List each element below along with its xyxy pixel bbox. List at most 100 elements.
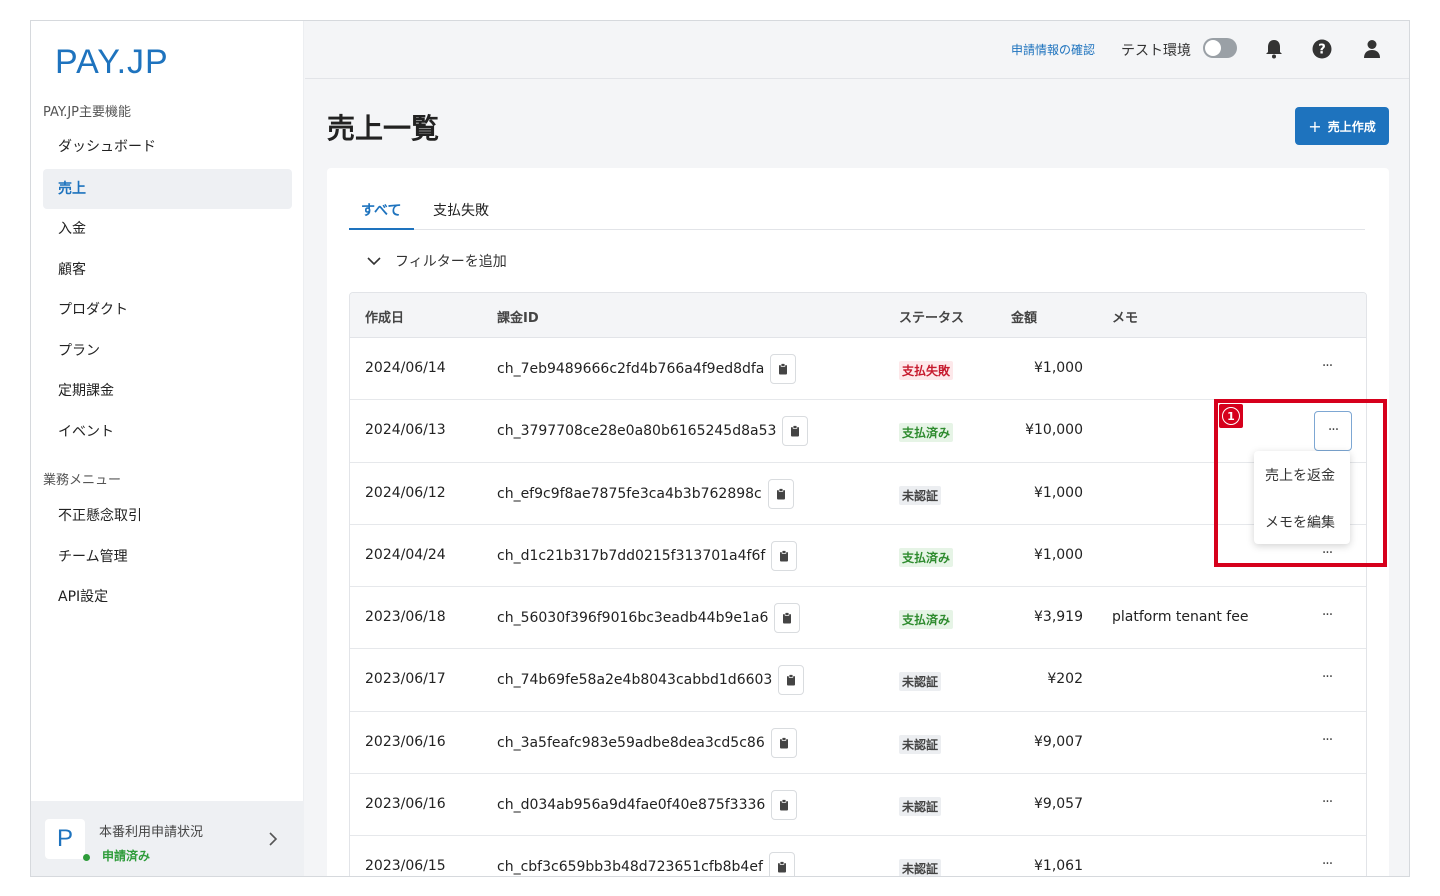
test-env-label: テスト環境	[1121, 43, 1191, 59]
cell-date: 2023/06/15	[365, 858, 446, 875]
charge-id-text: ch_56030f396f9016bc3eadb44b9e1a6	[497, 610, 769, 627]
more-actions-icon[interactable]: ···	[1314, 791, 1340, 817]
cell-charge-id: ch_cbf3c659bb3b48d723651cfb8b4ef	[497, 852, 795, 876]
sidebar-item-events[interactable]: イベント	[43, 412, 292, 452]
application-info-link[interactable]: 申請情報の確認	[1011, 41, 1095, 58]
sidebar-item-fraud[interactable]: 不正懸念取引	[43, 496, 292, 536]
tab-payment-failed[interactable]: 支払失敗	[433, 200, 489, 220]
cell-date: 2024/06/13	[365, 422, 446, 439]
more-actions-icon[interactable]: ···	[1314, 853, 1340, 876]
sidebar-section-main: PAY.JP主要機能	[43, 105, 132, 120]
copy-icon[interactable]	[778, 665, 805, 696]
sidebar-item-api[interactable]: API設定	[43, 577, 292, 617]
sidebar-item-customers[interactable]: 顧客	[43, 250, 292, 290]
charge-id-text: ch_3797708ce28e0a80b6165245d8a53	[497, 423, 777, 440]
more-actions-icon[interactable]: ···	[1314, 604, 1340, 630]
sidebar-item-dashboard[interactable]: ダッシュボード	[43, 127, 292, 167]
create-sale-label: 売上作成	[1327, 119, 1376, 134]
col-date[interactable]: 作成日	[365, 307, 404, 326]
top-bar: 申請情報の確認 テスト環境 ?	[305, 21, 1409, 79]
table-row[interactable]: 2023/06/16 ch_d034ab956a9d4fae0f40e875f3…	[350, 774, 1366, 837]
cell-date: 2024/06/12	[365, 484, 446, 501]
user-icon[interactable]	[1361, 38, 1383, 60]
table-row[interactable]: 2023/06/18 ch_56030f396f9016bc3eadb44b9e…	[350, 587, 1366, 650]
status-badge: 未認証	[899, 734, 942, 754]
table-row[interactable]: 2023/06/17 ch_74b69fe58a2e4b8043cabbd1d6…	[350, 649, 1366, 712]
status-badge: 支払済み	[899, 423, 954, 443]
cell-date: 2023/06/16	[365, 796, 446, 813]
sidebar-item-subscriptions[interactable]: 定期課金	[43, 371, 292, 411]
col-memo: メモ	[1112, 311, 1139, 326]
copy-icon[interactable]	[770, 727, 797, 758]
status-badge: 未認証	[899, 485, 942, 505]
sidebar-item-sales[interactable]: 売上	[43, 169, 292, 209]
more-actions-icon[interactable]: ···	[1314, 355, 1340, 381]
payjp-logo[interactable]: PAY.JP	[55, 43, 169, 82]
cell-amount: ¥3,919	[1034, 609, 1083, 626]
plus-icon: +	[1308, 116, 1322, 136]
copy-icon[interactable]	[767, 478, 794, 509]
cell-amount: ¥1,000	[1034, 546, 1083, 563]
status-badge: 未認証	[899, 672, 942, 692]
status-dot-icon	[83, 854, 90, 861]
copy-icon[interactable]	[774, 603, 801, 634]
tab-all[interactable]: すべて	[361, 200, 401, 220]
cell-amount: ¥9,057	[1034, 796, 1083, 813]
copy-icon[interactable]	[782, 416, 809, 447]
annotation-number-badge: 1	[1219, 404, 1243, 428]
cell-charge-id: ch_d1c21b317b7dd0215f313701a4f6f	[497, 540, 798, 571]
table-row[interactable]: 2024/06/14 ch_7eb9489666c2fd4b766a4f9ed8…	[350, 338, 1366, 401]
status-badge: 未認証	[899, 859, 942, 876]
cell-charge-id: ch_3797708ce28e0a80b6165245d8a53	[497, 416, 809, 447]
sidebar-item-products[interactable]: プロダクト	[43, 290, 292, 330]
app-window: PAY.JP PAY.JP主要機能 ダッシュボード 売上 入金 顧客 プロダクト…	[30, 20, 1410, 877]
cell-date: 2023/06/17	[365, 671, 446, 688]
table-header: 作成日 課金ID ステータス 金額 メモ	[350, 293, 1366, 338]
status-card-state: 申請済み	[102, 849, 151, 863]
copy-icon[interactable]	[768, 852, 795, 876]
table-row[interactable]: 2023/06/15 ch_cbf3c659bb3b48d723651cfb8b…	[350, 836, 1366, 876]
create-sale-button[interactable]: + 売上作成	[1295, 107, 1389, 145]
cell-date: 2023/06/16	[365, 733, 446, 750]
copy-icon[interactable]	[771, 540, 798, 571]
cell-amount: ¥1,061	[1034, 858, 1083, 875]
more-actions-icon[interactable]: ···	[1314, 666, 1340, 692]
charge-id-text: ch_7eb9489666c2fd4b766a4f9ed8dfa	[497, 361, 765, 377]
more-actions-icon[interactable]: ···	[1314, 729, 1340, 755]
status-badge: 未認証	[899, 797, 942, 817]
col-id: 課金ID	[497, 311, 539, 326]
sidebar-item-plans[interactable]: プラン	[43, 331, 292, 371]
charge-id-text: ch_ef9c9f8ae7875fe3ca4b3b762898c	[497, 485, 762, 502]
sidebar-section-business: 業務メニュー	[43, 473, 122, 488]
sidebar-item-deposits[interactable]: 入金	[43, 209, 292, 249]
status-badge: 支払失敗	[899, 361, 954, 380]
col-amount[interactable]: 金額	[1011, 307, 1037, 326]
test-env-toggle[interactable]	[1203, 38, 1237, 58]
add-filter-button[interactable]: フィルターを追加	[367, 251, 507, 271]
chevron-down-icon	[367, 257, 381, 266]
cell-amount: ¥9,007	[1034, 733, 1083, 750]
charge-id-text: ch_3a5feafc983e59adbe8dea3cd5c86	[497, 734, 765, 751]
cell-amount: ¥202	[1047, 671, 1083, 688]
charge-id-text: ch_cbf3c659bb3b48d723651cfb8b4ef	[497, 859, 763, 876]
help-icon[interactable]: ?	[1311, 38, 1333, 60]
page-title: 売上一覧	[327, 112, 440, 145]
svg-text:?: ?	[1318, 43, 1326, 58]
bell-icon[interactable]	[1263, 38, 1285, 60]
tab-bar: すべて 支払失敗	[349, 190, 1365, 230]
application-status-card[interactable]: P 本番利用申請状況 申請済み	[31, 801, 304, 876]
copy-icon[interactable]	[770, 354, 797, 384]
sales-table: 作成日 課金ID ステータス 金額 メモ 2024/06/14 ch_7eb94…	[349, 292, 1367, 876]
cell-charge-id: ch_56030f396f9016bc3eadb44b9e1a6	[497, 603, 801, 634]
copy-icon[interactable]	[771, 790, 798, 821]
add-filter-label: フィルターを追加	[395, 254, 507, 270]
status-card-title: 本番利用申請状況	[99, 825, 204, 840]
cell-charge-id: ch_d034ab956a9d4fae0f40e875f3336	[497, 790, 798, 821]
sidebar-item-team[interactable]: チーム管理	[43, 537, 292, 577]
cell-charge-id: ch_7eb9489666c2fd4b766a4f9ed8dfa	[497, 354, 797, 384]
charge-id-text: ch_d034ab956a9d4fae0f40e875f3336	[497, 797, 766, 814]
charge-id-text: ch_74b69fe58a2e4b8043cabbd1d6603	[497, 672, 773, 689]
active-tab-indicator	[349, 228, 414, 230]
cell-memo: platform tenant fee	[1112, 609, 1249, 626]
table-row[interactable]: 2023/06/16 ch_3a5feafc983e59adbe8dea3cd5…	[350, 712, 1366, 775]
